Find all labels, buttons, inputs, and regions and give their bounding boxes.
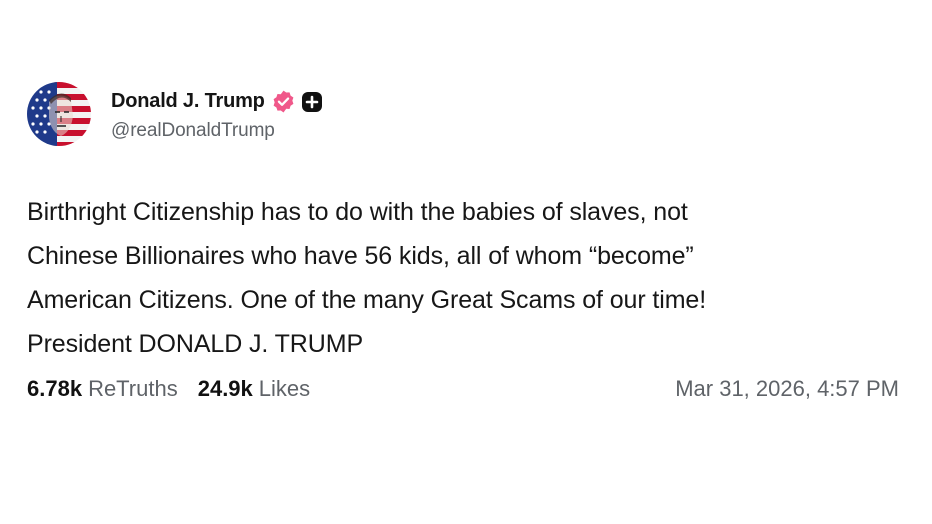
name-row: Donald J. Trump bbox=[111, 87, 323, 117]
likes-stat[interactable]: 24.9k Likes bbox=[198, 376, 310, 402]
post-line: Chinese Billionaires who have 56 kids, a… bbox=[27, 242, 694, 270]
truth-post: Donald J. Trump @realDonaldTrump Birthri… bbox=[0, 0, 932, 524]
author-display-name[interactable]: Donald J. Trump bbox=[111, 90, 265, 113]
post-stats: 6.78k ReTruths 24.9k Likes Mar 31, 2026,… bbox=[27, 376, 899, 402]
post-line: Birthright Citizenship has to do with th… bbox=[27, 198, 688, 226]
avatar-flag-portrait-icon bbox=[27, 82, 91, 146]
post-line: American Citizens. One of the many Great… bbox=[27, 286, 707, 314]
verified-check-icon bbox=[271, 89, 296, 114]
avatar[interactable] bbox=[27, 82, 91, 146]
post-timestamp[interactable]: Mar 31, 2026, 4:57 PM bbox=[675, 376, 899, 402]
likes-count: 24.9k bbox=[197, 376, 253, 401]
post-header: Donald J. Trump @realDonaldTrump bbox=[27, 82, 323, 146]
retruths-label: ReTruths bbox=[88, 376, 178, 401]
retruths-count: 6.78k bbox=[27, 376, 83, 401]
retruths-stat[interactable]: 6.78k ReTruths bbox=[27, 376, 178, 402]
post-line: President DONALD J. TRUMP bbox=[27, 330, 364, 358]
author-names: Donald J. Trump @realDonaldTrump bbox=[111, 87, 323, 142]
likes-label: Likes bbox=[258, 376, 311, 401]
plus-badge-icon bbox=[301, 91, 323, 113]
post-body: Birthright Citizenship has to do with th… bbox=[27, 190, 907, 366]
author-handle[interactable]: @realDonaldTrump bbox=[111, 120, 323, 142]
